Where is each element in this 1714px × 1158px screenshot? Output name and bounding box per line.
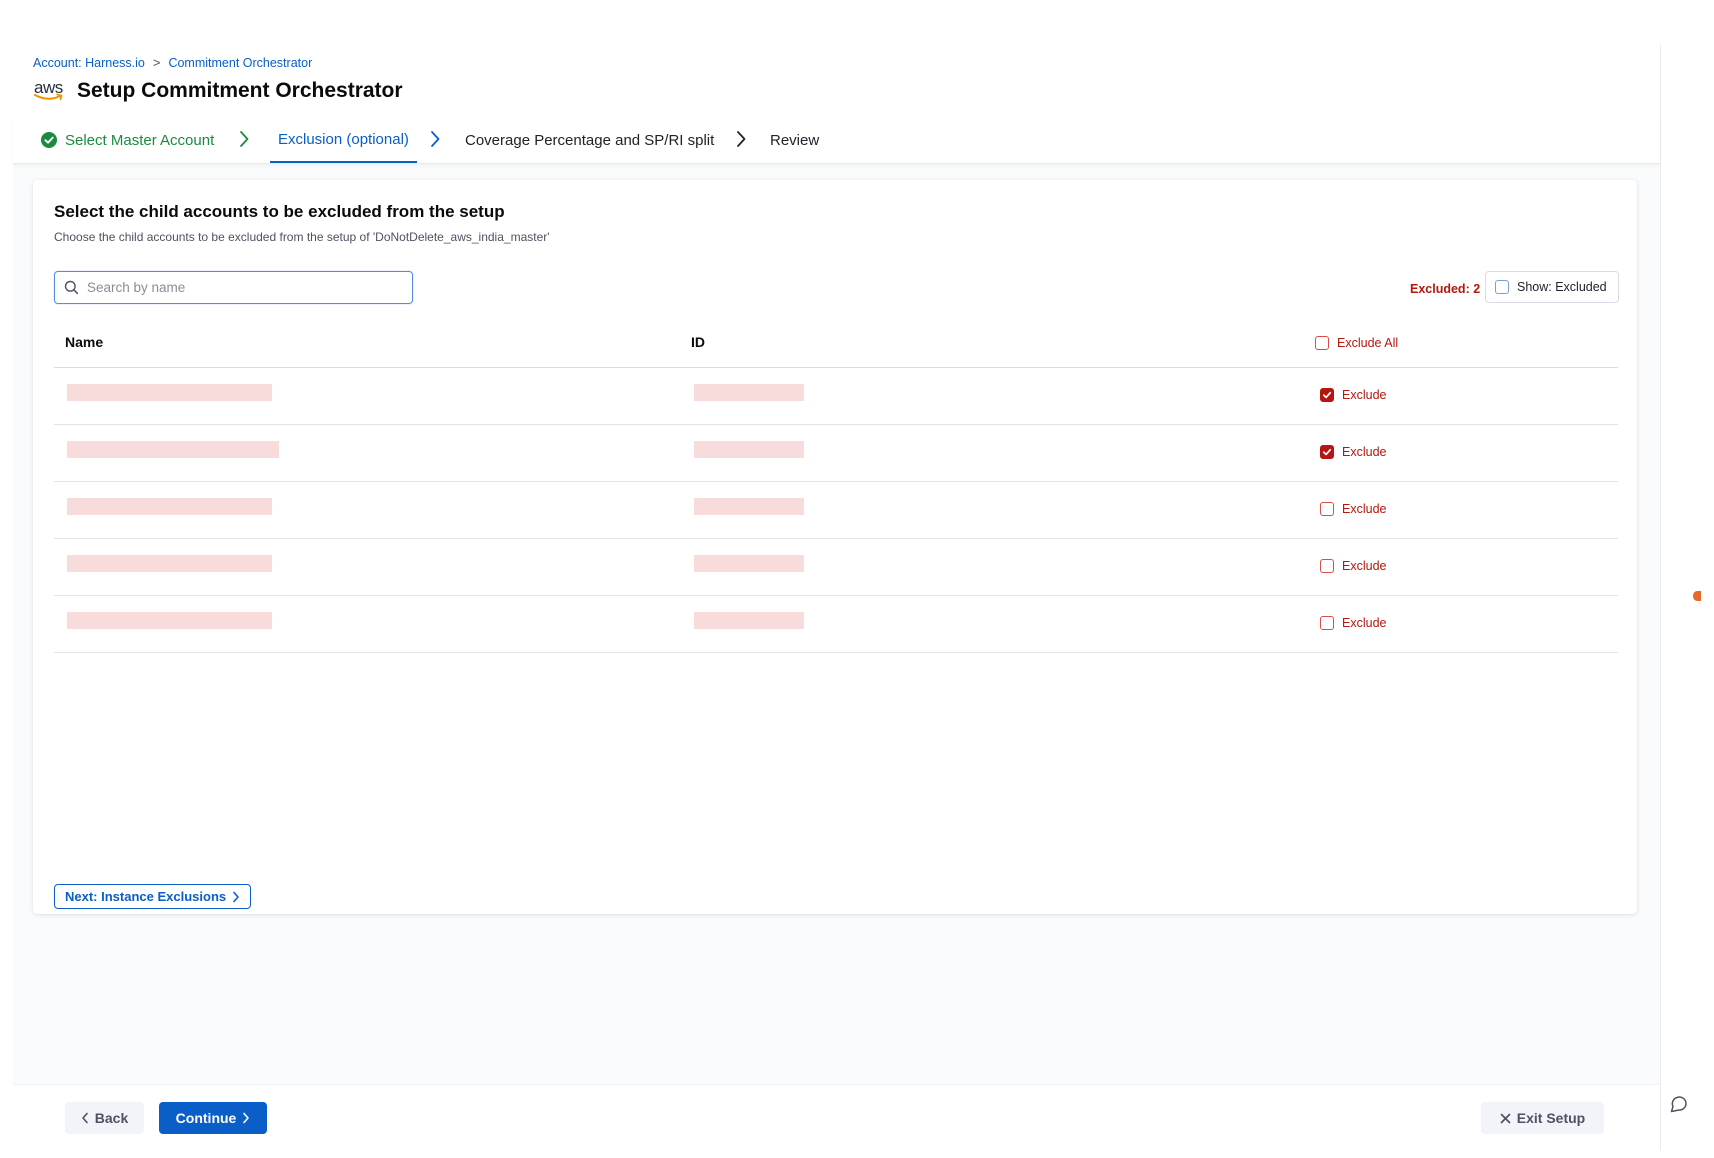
step-exclusion[interactable]: Exclusion (optional) <box>270 117 417 163</box>
aws-smile-icon <box>34 93 63 101</box>
chevron-right-icon <box>431 131 440 147</box>
card-title: Select the child accounts to be excluded… <box>54 202 505 221</box>
step-label: Select Master Account <box>65 131 215 149</box>
table-row: Exclude <box>54 425 1618 482</box>
page-title: Setup Commitment Orchestrator <box>77 79 403 102</box>
redacted-account-name <box>67 441 279 458</box>
back-button-label: Back <box>94 1110 129 1126</box>
redacted-account-name <box>67 498 272 515</box>
breadcrumb-account-link[interactable]: Account: Harness.io <box>33 56 145 70</box>
next-button-label: Next: Instance Exclusions <box>65 889 227 904</box>
exclude-control[interactable]: Exclude <box>1320 502 1386 516</box>
search-input[interactable] <box>85 279 389 296</box>
table-row: Exclude <box>54 539 1618 596</box>
exclude-checkbox[interactable] <box>1320 559 1334 573</box>
exclude-label: Exclude <box>1342 445 1387 459</box>
exclude-control[interactable]: Exclude <box>1320 388 1386 402</box>
column-header-name: Name <box>65 334 104 350</box>
table-row: Exclude <box>54 482 1618 539</box>
excluded-count: Excluded: 2 <box>1410 282 1481 296</box>
child-accounts-table: Name ID Exclude All Exclude Exclude Excl… <box>54 316 1618 653</box>
show-excluded-toggle[interactable]: Show: Excluded <box>1485 271 1619 303</box>
show-excluded-checkbox[interactable] <box>1495 280 1509 294</box>
redacted-account-id <box>694 612 804 629</box>
check-icon <box>1322 448 1332 456</box>
aws-logo: aws <box>33 78 67 104</box>
exclude-all-checkbox[interactable] <box>1315 336 1329 350</box>
exclude-checkbox[interactable] <box>1320 502 1334 516</box>
step-review[interactable]: Review <box>770 117 819 163</box>
exclude-label: Exclude <box>1342 616 1387 630</box>
exclude-label: Exclude <box>1342 502 1387 516</box>
exclusion-card: Select the child accounts to be excluded… <box>33 180 1637 914</box>
chevron-right-icon <box>737 131 746 147</box>
wizard-footer: Back Continue Exit Setup <box>13 1084 1660 1151</box>
search-icon <box>64 280 79 295</box>
continue-button-label: Continue <box>175 1110 237 1126</box>
redacted-account-name <box>67 384 272 401</box>
chevron-right-icon <box>240 131 249 147</box>
show-excluded-label: Show: Excluded <box>1517 280 1607 294</box>
page-header: Account: Harness.io > Commitment Orchest… <box>13 44 1660 118</box>
step-select-master-account[interactable]: Select Master Account <box>41 117 214 163</box>
check-icon <box>1322 391 1332 399</box>
redacted-account-id <box>694 555 804 572</box>
breadcrumb-separator: > <box>152 55 161 70</box>
exclude-label: Exclude <box>1342 388 1387 402</box>
chevron-right-icon <box>233 891 239 902</box>
next-instance-exclusions-button[interactable]: Next: Instance Exclusions <box>54 884 252 909</box>
step-label: Coverage Percentage and SP/RI split <box>465 131 715 149</box>
exclude-label: Exclude <box>1342 559 1387 573</box>
exclude-control[interactable]: Exclude <box>1320 616 1386 630</box>
breadcrumb: Account: Harness.io > Commitment Orchest… <box>33 55 312 70</box>
exclude-all-label: Exclude All <box>1337 336 1399 350</box>
title-row: aws Setup Commitment Orchestrator <box>33 78 403 104</box>
step-label: Review <box>770 131 820 149</box>
setup-app: Account: Harness.io > Commitment Orchest… <box>13 44 1661 1151</box>
table-row: Exclude <box>54 596 1618 653</box>
side-panel-handle[interactable] <box>1693 591 1701 601</box>
column-header-id: ID <box>691 334 705 350</box>
breadcrumb-commitment-orchestrator-link[interactable]: Commitment Orchestrator <box>168 56 312 70</box>
table-header: Name ID Exclude All <box>54 316 1618 368</box>
chat-help-icon[interactable] <box>1668 1093 1690 1115</box>
step-label: Exclusion (optional) <box>278 130 409 148</box>
chevron-right-icon <box>243 1112 250 1124</box>
step-coverage-percentage[interactable]: Coverage Percentage and SP/RI split <box>465 117 714 163</box>
exclude-checkbox[interactable] <box>1320 616 1334 630</box>
check-circle-icon <box>41 132 57 148</box>
exclude-control[interactable]: Exclude <box>1320 445 1386 459</box>
exclude-checkbox[interactable] <box>1320 388 1334 402</box>
exclude-checkbox[interactable] <box>1320 445 1334 459</box>
table-row: Exclude <box>54 368 1618 425</box>
chevron-left-icon <box>81 1112 88 1124</box>
back-button[interactable]: Back <box>65 1102 144 1134</box>
exit-setup-button[interactable]: Exit Setup <box>1481 1102 1604 1134</box>
exit-button-label: Exit Setup <box>1516 1110 1586 1126</box>
redacted-account-id <box>694 498 804 515</box>
redacted-account-id <box>694 384 804 401</box>
setup-stepper: Select Master Account Exclusion (optiona… <box>13 117 1660 164</box>
exclude-control[interactable]: Exclude <box>1320 559 1386 573</box>
continue-button[interactable]: Continue <box>159 1102 267 1134</box>
redacted-account-name <box>67 555 272 572</box>
close-icon <box>1500 1113 1511 1123</box>
card-subtitle: Choose the child accounts to be excluded… <box>54 230 550 244</box>
redacted-account-name <box>67 612 272 629</box>
search-box[interactable] <box>54 271 413 304</box>
exclude-all-control[interactable]: Exclude All <box>1315 336 1398 350</box>
redacted-account-id <box>694 441 804 458</box>
